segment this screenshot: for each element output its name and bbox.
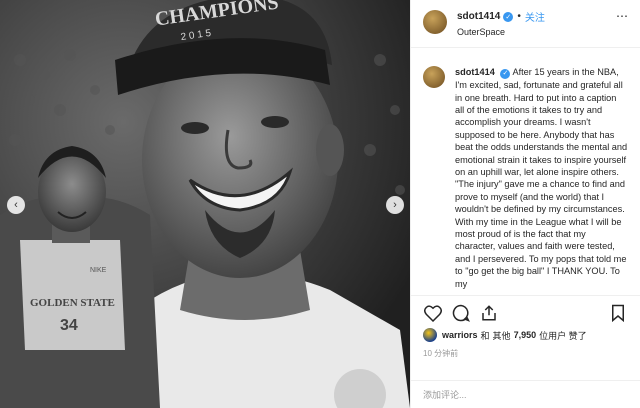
caption-body: After 15 years in the NBA, I'm excited, … (455, 67, 628, 289)
header-line: sdot1414 ✓ • 关注 (457, 9, 545, 24)
separator-dot: • (517, 11, 521, 22)
likes-line: warriors 和 其他 7,950 位用户 赞了 (411, 324, 640, 342)
share-button[interactable] (479, 303, 499, 323)
next-photo-button[interactable]: › (386, 196, 404, 214)
post-sidebar: sdot1414 ✓ • 关注 OuterSpace ⋯ sdot1414 ✓ … (410, 0, 640, 408)
photo-illustration: CHAMPIONS 2 0 1 5 GOLDEN STATE 34 NIKE (0, 0, 410, 408)
caption-avatar[interactable] (423, 66, 445, 88)
avatar[interactable] (423, 10, 447, 34)
jersey-brand: NIKE (90, 267, 107, 274)
chevron-left-icon: ‹ (14, 198, 18, 211)
share-icon (482, 305, 496, 321)
jersey-number: 34 (60, 317, 78, 334)
action-bar (411, 296, 640, 324)
post-header: sdot1414 ✓ • 关注 OuterSpace ⋯ (411, 0, 640, 48)
likes-others-prefix: 其他 (492, 330, 511, 341)
comment-icon (452, 304, 470, 322)
verified-badge-icon: ✓ (503, 11, 514, 22)
username-link[interactable]: sdot1414 (457, 11, 500, 22)
likes-suffix: 位用户 赞了 (539, 330, 587, 341)
jersey-team: GOLDEN STATE (30, 297, 115, 309)
follow-button[interactable]: 关注 (525, 9, 545, 24)
post-timestamp[interactable]: 10 分钟前 (411, 342, 640, 359)
like-button[interactable] (423, 303, 443, 323)
header-text: sdot1414 ✓ • 关注 OuterSpace (457, 9, 545, 37)
liker-username-link[interactable]: warriors (442, 330, 478, 340)
likes-count-link[interactable]: 7,950 (514, 330, 537, 340)
comment-input[interactable]: 添加评论... (411, 380, 640, 408)
bookmark-icon (612, 304, 624, 322)
previous-photo-button[interactable]: ‹ (7, 196, 25, 214)
heart-icon (424, 304, 442, 322)
caption-username-link[interactable]: sdot1414 (455, 67, 495, 77)
caption-text: sdot1414 ✓ After 15 years in the NBA, I'… (455, 66, 628, 295)
more-options-icon[interactable]: ⋯ (616, 9, 628, 23)
save-button[interactable] (608, 303, 628, 323)
comment-button[interactable] (451, 303, 471, 323)
liker-avatar[interactable] (423, 328, 437, 342)
location-link[interactable]: OuterSpace (457, 27, 545, 37)
likes-and: 和 (480, 330, 490, 341)
post-photo: CHAMPIONS 2 0 1 5 GOLDEN STATE 34 NIKE ‹… (0, 0, 410, 408)
caption-area: sdot1414 ✓ After 15 years in the NBA, I'… (411, 48, 640, 296)
chevron-right-icon: › (393, 198, 397, 211)
caption-verified-badge-icon: ✓ (500, 69, 511, 80)
